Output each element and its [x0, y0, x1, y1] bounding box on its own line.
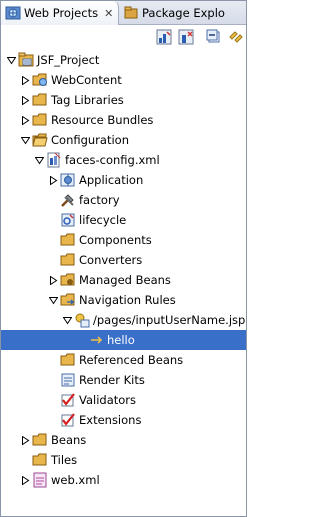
tree-item-label: Application	[79, 173, 144, 187]
open-folder-icon	[32, 132, 48, 148]
tree-item-label: JSF_Project	[37, 53, 100, 67]
tree-item-jsf-project[interactable]: JSF_Project	[1, 50, 246, 70]
tree-item-label: /pages/inputUserName.jsp	[93, 313, 246, 327]
expanded-twisty-icon[interactable]	[6, 54, 16, 66]
tree-item-navigation-rules[interactable]: Navigation Rules	[1, 290, 246, 310]
tree-item-components[interactable]: Components	[1, 230, 246, 250]
navigation-rule-icon	[74, 312, 90, 328]
folder-icon	[32, 92, 48, 108]
tree-item-label: factory	[79, 193, 120, 207]
navigation-case-icon	[88, 332, 104, 348]
tree-item-managed-beans[interactable]: Managed Beans	[1, 270, 246, 290]
tree-item-label: faces-config.xml	[65, 153, 160, 167]
tree-item-web-xml[interactable]: web.xml	[1, 470, 246, 490]
folder-icon	[60, 352, 76, 368]
folder-icon	[32, 112, 48, 128]
close-icon[interactable]: ✕	[104, 7, 113, 20]
tree-item-label: lifecycle	[79, 213, 127, 227]
collapsed-twisty-icon[interactable]	[20, 434, 30, 446]
faces-config-file-icon	[46, 152, 62, 168]
tree-item-resource-bundles[interactable]: Resource Bundles	[1, 110, 246, 130]
view-toolbar	[1, 25, 246, 49]
tree-item-label: Referenced Beans	[79, 353, 184, 367]
tree-item-application[interactable]: Application	[1, 170, 246, 190]
beans-folder-icon	[60, 272, 76, 288]
tab-package-explorer[interactable]: Package Explo	[119, 1, 246, 25]
folder-icon	[60, 232, 76, 248]
tree-item-nav-rule-input-user-name[interactable]: /pages/inputUserName.jsp	[1, 310, 246, 330]
tree-item-render-kits[interactable]: Render Kits	[1, 370, 246, 390]
tree-item-extensions[interactable]: Extensions	[1, 410, 246, 430]
lifecycle-icon	[60, 212, 76, 228]
tree-item-label: Tag Libraries	[51, 93, 124, 107]
tree-item-tag-libraries[interactable]: Tag Libraries	[1, 90, 246, 110]
package-explorer-icon	[123, 5, 139, 21]
tree-item-lifecycle[interactable]: lifecycle	[1, 210, 246, 230]
tree-item-hello[interactable]: hello	[1, 330, 246, 350]
xml-file-icon	[32, 472, 48, 488]
tree-item-label: Configuration	[51, 133, 129, 147]
tree-item-label: Resource Bundles	[51, 113, 154, 127]
folder-icon	[32, 452, 48, 468]
render-kits-icon	[60, 372, 76, 388]
tree-item-label: Render Kits	[79, 373, 145, 387]
tree-item-label: WebContent	[51, 73, 122, 87]
tree-item-webcontent[interactable]: WebContent	[1, 70, 246, 90]
tab-web-projects[interactable]: Web Projects ✕	[1, 1, 119, 25]
tree-item-label: Tiles	[51, 453, 78, 467]
expanded-twisty-icon[interactable]	[62, 314, 72, 326]
validators-check-icon	[60, 392, 76, 408]
collapsed-twisty-icon[interactable]	[20, 114, 30, 126]
tree-item-beans[interactable]: Beans	[1, 430, 246, 450]
tree-item-factory[interactable]: factory	[1, 190, 246, 210]
tree-item-label: web.xml	[51, 473, 100, 487]
tree-item-label: Managed Beans	[79, 273, 171, 287]
web-projects-view: Web Projects ✕ Package Explo JSF_Project…	[0, 0, 247, 517]
collapse-all-icon[interactable]	[206, 29, 222, 45]
jsf-graph-icon[interactable]	[156, 29, 172, 45]
web-project-icon	[18, 52, 34, 68]
tree-item-referenced-beans[interactable]: Referenced Beans	[1, 350, 246, 370]
factory-tools-icon	[60, 192, 76, 208]
tree-item-label: Beans	[51, 433, 87, 447]
application-icon	[60, 172, 76, 188]
tree-item-label: Components	[79, 233, 152, 247]
tree-item-configuration[interactable]: Configuration	[1, 130, 246, 150]
expanded-twisty-icon[interactable]	[34, 154, 44, 166]
tab-web-projects-label: Web Projects	[24, 6, 99, 20]
tree-item-tiles[interactable]: Tiles	[1, 450, 246, 470]
tree-item-converters[interactable]: Converters	[1, 250, 246, 270]
collapsed-twisty-icon[interactable]	[20, 74, 30, 86]
tree-item-label: Navigation Rules	[79, 293, 176, 307]
collapsed-twisty-icon[interactable]	[20, 94, 30, 106]
tree-item-label: Converters	[79, 253, 143, 267]
view-tab-strip: Web Projects ✕ Package Explo	[1, 1, 246, 25]
tree-item-label: Extensions	[79, 413, 142, 427]
tab-package-explorer-label: Package Explo	[142, 6, 225, 20]
navigation-folder-icon	[60, 292, 76, 308]
tree-item-label: hello	[107, 333, 135, 347]
tree-item-faces-config[interactable]: faces-config.xml	[1, 150, 246, 170]
web-projects-icon	[5, 5, 21, 21]
expanded-twisty-icon[interactable]	[48, 294, 58, 306]
tree-item-label: Validators	[79, 393, 137, 407]
link-with-editor-icon[interactable]	[228, 29, 244, 45]
collapsed-twisty-icon[interactable]	[20, 474, 30, 486]
tree-item-validators[interactable]: Validators	[1, 390, 246, 410]
collapsed-twisty-icon[interactable]	[48, 274, 58, 286]
folder-icon	[60, 252, 76, 268]
web-folder-icon	[32, 72, 48, 88]
collapsed-twisty-icon[interactable]	[48, 174, 58, 186]
extensions-check-icon	[60, 412, 76, 428]
folder-icon	[32, 432, 48, 448]
expanded-twisty-icon[interactable]	[20, 134, 30, 146]
jsf-config-icon[interactable]	[178, 29, 194, 45]
